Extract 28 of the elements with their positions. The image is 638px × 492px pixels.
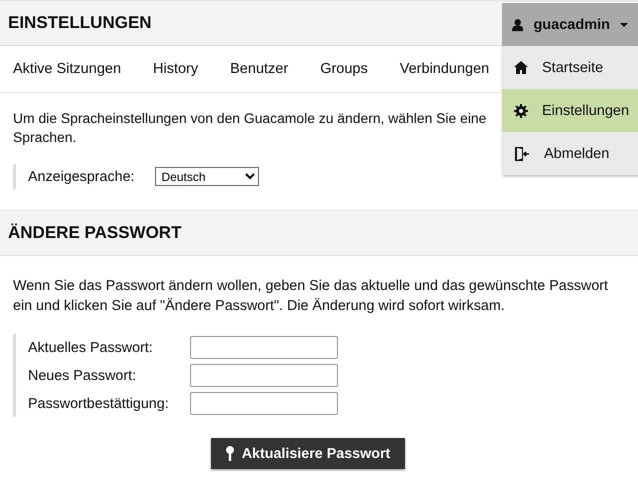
user-icon: [512, 18, 524, 32]
menu-item[interactable]: Abmelden: [502, 132, 638, 175]
intro-text: Um die Spracheinstellungen von den Guacamole zu ändern, wählen Sie eine Sprachen.: [13, 109, 486, 147]
password-field[interactable]: [190, 392, 338, 415]
logout-icon: [514, 146, 530, 162]
nav-tab[interactable]: Groups: [320, 61, 368, 77]
nav-tab[interactable]: Benutzer: [230, 61, 288, 77]
update-password-button[interactable]: Aktualisiere Passwort: [210, 438, 406, 469]
password-field[interactable]: [190, 336, 338, 359]
settings-icon: [514, 104, 528, 118]
field-label: Neues Passwort:: [28, 368, 138, 384]
field-label: Aktuelles Passwort:: [28, 340, 154, 356]
language-dropdown[interactable]: Deutsch: [154, 167, 259, 186]
section-title: EINSTELLUNGEN: [7, 12, 152, 34]
description-text: Wenn Sie das Passwort ändern wollen, geben Sie das aktuelle und das gewünschte Passwort ein und klicken Sie auf "Ändere Passwort". Die Änderung wird sofort wirksam.: [13, 277, 610, 316]
caret-icon: [620, 22, 628, 26]
field-label: Passwortbestättigung:: [28, 396, 170, 412]
nav-tab[interactable]: History: [153, 61, 198, 77]
nav-tab[interactable]: Aktive Sitzungen: [13, 61, 122, 77]
home-icon: [514, 61, 528, 74]
menu-item[interactable]: Startseite: [502, 46, 638, 89]
field-label: Anzeigesprache:: [28, 168, 135, 184]
section-title: ÄNDERE PASSWORT: [7, 222, 182, 244]
key-icon: [226, 446, 234, 461]
password-field[interactable]: [190, 364, 338, 387]
nav-tab[interactable]: Verbindungen: [400, 61, 490, 77]
menu-item[interactable]: Einstellungen: [502, 89, 638, 132]
user-menu-button[interactable]: guacadmin: [502, 3, 638, 46]
